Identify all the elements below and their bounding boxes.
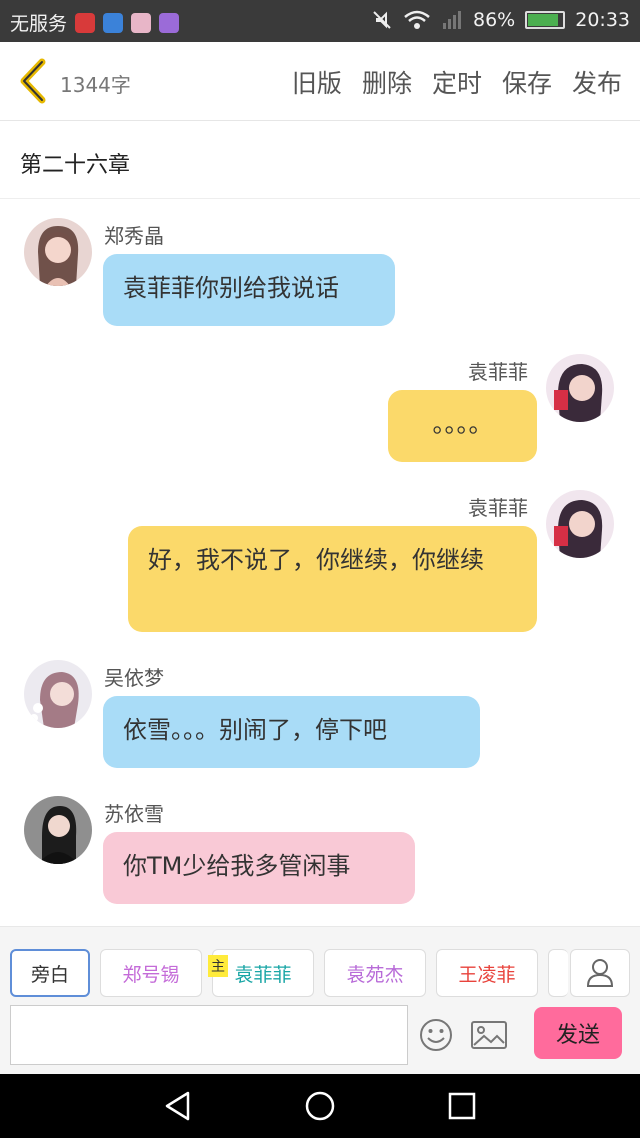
chapter-title: 第二十六章 (20, 153, 131, 178)
old-version-button[interactable]: 旧版 (292, 64, 342, 100)
editor-top-bar: 1344字 旧版 删除 定时 保存 发布 (0, 42, 640, 121)
chat-bubble[interactable]: 你TM少给我多管闲事 (103, 832, 415, 904)
avatar-image (546, 490, 614, 558)
sender-name: 袁菲菲 (468, 496, 528, 520)
character-chip-partial[interactable] (548, 949, 568, 997)
save-button[interactable]: 保存 (502, 64, 552, 100)
chapter-title-row[interactable]: 第二十六章 (0, 121, 640, 199)
message-input[interactable] (10, 1005, 408, 1065)
music-app-icon (75, 12, 96, 33)
carrier-text: 无服务 (10, 13, 68, 35)
system-nav-bar (0, 1074, 640, 1138)
avatar[interactable] (24, 796, 92, 864)
delete-button[interactable]: 删除 (362, 64, 412, 100)
avatar-image (24, 218, 92, 286)
send-button[interactable]: 发送 (534, 1007, 622, 1059)
nav-back-icon[interactable] (162, 1090, 194, 1122)
chip-label: 王凌菲 (458, 963, 516, 986)
chat-bubble[interactable]: 依雪。。。别闹了，停下吧 (103, 696, 480, 768)
word-count: 1344字 (60, 73, 131, 97)
composer-panel: 旁白 郑号锡 袁菲菲 主 袁苑杰 王凌菲 发送 (0, 926, 640, 1075)
sender-name: 苏依雪 (104, 802, 164, 826)
chip-label: 旁白 (30, 963, 69, 986)
battery-icon (525, 11, 566, 29)
person-icon (586, 959, 614, 987)
avatar[interactable] (546, 490, 614, 558)
chat-bubble[interactable]: 袁菲菲你别给我说话 (103, 254, 395, 326)
avatar-image (546, 354, 614, 422)
emoji-icon[interactable] (418, 1017, 454, 1053)
signal-icon (443, 11, 461, 29)
status-bar: 无服务 86% 20:33 (0, 0, 640, 42)
sender-name: 袁菲菲 (468, 360, 528, 384)
chat-bubble[interactable]: 好，我不说了，你继续，你继续 (128, 526, 537, 632)
sender-name: 吴依梦 (104, 666, 164, 690)
character-manage-button[interactable] (570, 949, 630, 997)
battery-percent: 86% (473, 9, 516, 31)
avatar[interactable] (546, 354, 614, 422)
chip-label: 郑号锡 (122, 963, 180, 986)
gallery-app-icon (159, 12, 180, 33)
avatar[interactable] (24, 218, 92, 286)
wifi-icon (404, 10, 430, 29)
avatar[interactable] (24, 660, 92, 728)
character-chip[interactable]: 郑号锡 (100, 949, 202, 997)
schedule-button[interactable]: 定时 (432, 64, 482, 100)
avatar-image (24, 796, 92, 864)
chip-label: 袁菲菲 (234, 963, 292, 986)
clock: 20:33 (575, 9, 630, 31)
chat-bubble[interactable]: 。。。。 (388, 390, 537, 462)
chip-label: 袁苑杰 (346, 963, 404, 986)
character-chip[interactable]: 袁苑杰 (324, 949, 426, 997)
character-chip-narrator[interactable]: 旁白 (10, 949, 90, 997)
nav-home-icon[interactable] (304, 1090, 336, 1122)
photo-app-icon (131, 12, 152, 33)
back-arrow-icon[interactable] (16, 58, 50, 104)
map-app-icon (103, 12, 124, 33)
avatar-image (24, 660, 92, 728)
sender-name: 郑秀晶 (104, 224, 164, 248)
main-role-badge: 主 (208, 955, 228, 977)
publish-button[interactable]: 发布 (572, 64, 622, 100)
image-icon[interactable] (470, 1019, 508, 1051)
mute-icon (373, 11, 391, 29)
nav-recents-icon[interactable] (446, 1090, 478, 1122)
character-chip[interactable]: 王凌菲 (436, 949, 538, 997)
